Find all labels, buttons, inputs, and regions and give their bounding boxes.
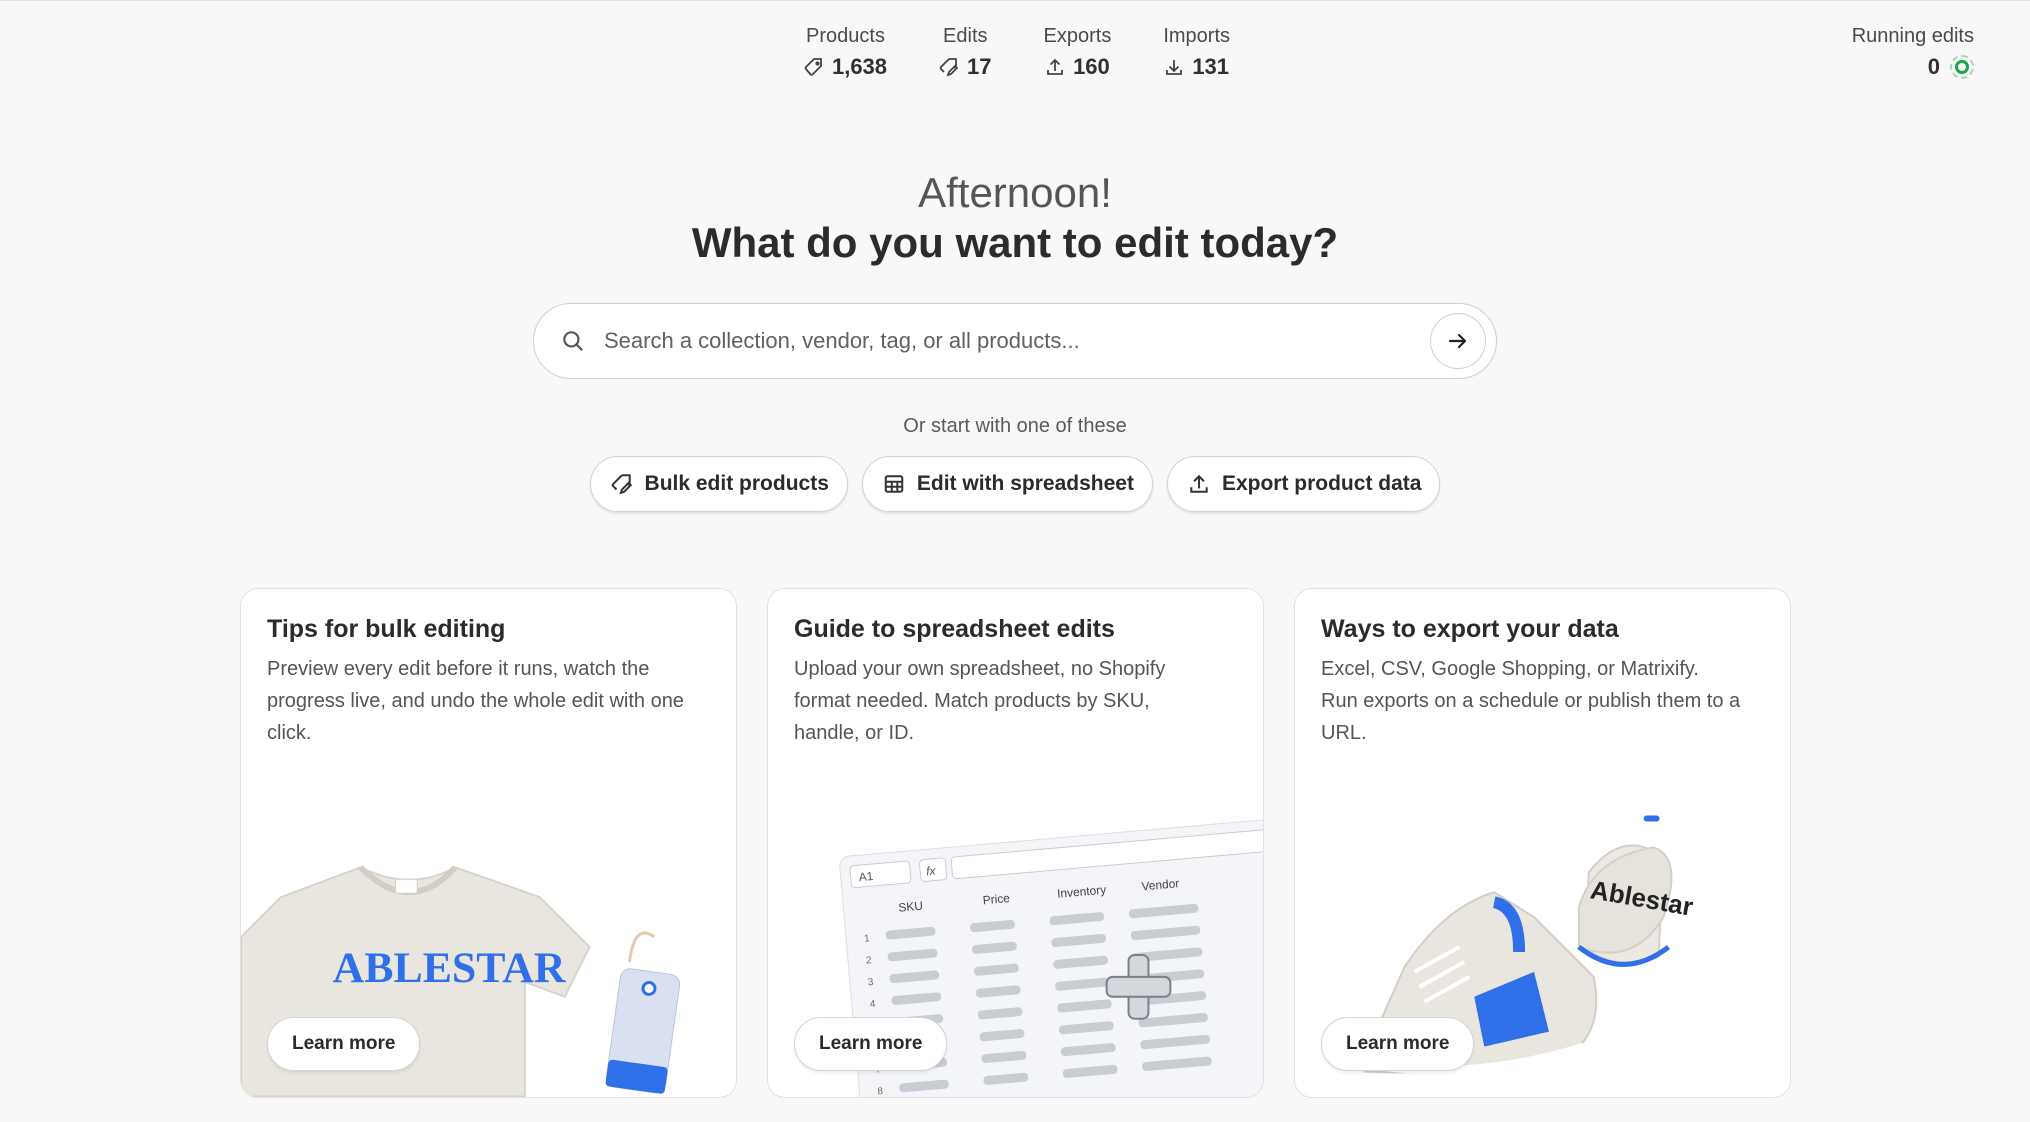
bulk-edit-products-button[interactable]: Bulk edit products bbox=[589, 456, 848, 512]
upload-icon bbox=[1190, 474, 1208, 493]
running-edits[interactable]: Running edits 0 bbox=[1852, 23, 1974, 82]
stat-imports[interactable]: Imports 131 bbox=[1137, 23, 1256, 82]
card-description: Excel, CSV, Google Shopping, or Matrixif… bbox=[1321, 658, 1741, 744]
card-title: Tips for bulk editing bbox=[267, 615, 506, 643]
quick-actions: Bulk edit products Edit with spreadsheet… bbox=[0, 456, 2030, 512]
card-description: Upload your own spreadsheet, no Shopify … bbox=[794, 658, 1166, 744]
edit-with-spreadsheet-button[interactable]: Edit with spreadsheet bbox=[861, 456, 1153, 512]
button-label: Export product data bbox=[1221, 472, 1422, 495]
learn-more-button[interactable]: Learn more bbox=[267, 1017, 421, 1071]
running-edits-label: Running edits bbox=[1851, 25, 1974, 47]
stat-edits[interactable]: Edits 17 bbox=[913, 23, 1017, 82]
card-description: Preview every edit before it runs, watch… bbox=[267, 658, 684, 744]
search-bar bbox=[533, 303, 1497, 379]
stat-value: 160 bbox=[1073, 54, 1110, 79]
arrow-right-icon bbox=[1448, 333, 1467, 349]
upload-icon bbox=[1047, 58, 1063, 75]
running-edits-value: 0 bbox=[1927, 54, 1940, 79]
card-export-data[interactable]: Ways to export your data Excel, CSV, Goo… bbox=[1294, 588, 1791, 1098]
download-icon bbox=[1166, 60, 1183, 75]
stat-exports[interactable]: Exports 160 bbox=[1018, 23, 1138, 82]
stat-value: 131 bbox=[1192, 54, 1230, 79]
info-cards: Tips for bulk editing Preview every edit… bbox=[240, 588, 1791, 1098]
search-input[interactable] bbox=[604, 328, 1430, 354]
learn-more-button[interactable]: Learn more bbox=[1321, 1017, 1475, 1071]
stat-label: Exports bbox=[1043, 25, 1112, 47]
stat-value: 17 bbox=[967, 54, 992, 79]
edit-tag-icon bbox=[939, 58, 959, 77]
stats-bar: Products 1,638 Edits 17 Exports 160 Impo… bbox=[0, 23, 2030, 82]
status-indicator-icon bbox=[1950, 55, 1974, 79]
stat-label: Edits bbox=[943, 25, 988, 47]
button-label: Edit with spreadsheet bbox=[916, 472, 1134, 495]
edit-tag-icon bbox=[611, 474, 632, 495]
quick-actions-intro: Or start with one of these bbox=[903, 415, 1127, 437]
button-label: Bulk edit products bbox=[644, 472, 829, 495]
shirt-logo-text: ABLESTAR bbox=[333, 944, 567, 992]
stat-products[interactable]: Products 1,638 bbox=[778, 23, 913, 82]
greeting: Afternoon! bbox=[918, 169, 1112, 216]
column-header-price: Price bbox=[982, 891, 1011, 907]
card-spreadsheet-edits[interactable]: Guide to spreadsheet edits Upload your o… bbox=[767, 588, 1264, 1098]
search-submit-button[interactable] bbox=[1430, 313, 1486, 369]
card-bulk-editing[interactable]: Tips for bulk editing Preview every edit… bbox=[240, 588, 737, 1098]
cell-ref: A1 bbox=[858, 869, 874, 884]
card-title: Guide to spreadsheet edits bbox=[794, 615, 1115, 643]
export-product-data-button[interactable]: Export product data bbox=[1166, 456, 1441, 512]
search-icon bbox=[563, 331, 583, 351]
stat-label: Imports bbox=[1163, 25, 1231, 47]
page-title: What do you want to edit today? bbox=[691, 219, 1339, 266]
learn-more-button[interactable]: Learn more bbox=[794, 1017, 948, 1071]
column-header-sku: SKU bbox=[898, 899, 924, 915]
stat-label: Products bbox=[806, 25, 885, 47]
tag-icon bbox=[804, 58, 822, 76]
card-title: Ways to export your data bbox=[1321, 615, 1619, 643]
table-icon bbox=[884, 475, 904, 493]
stat-value: 1,638 bbox=[831, 54, 888, 79]
home-page: Products 1,638 Edits 17 Exports 160 Impo… bbox=[0, 0, 2030, 1122]
